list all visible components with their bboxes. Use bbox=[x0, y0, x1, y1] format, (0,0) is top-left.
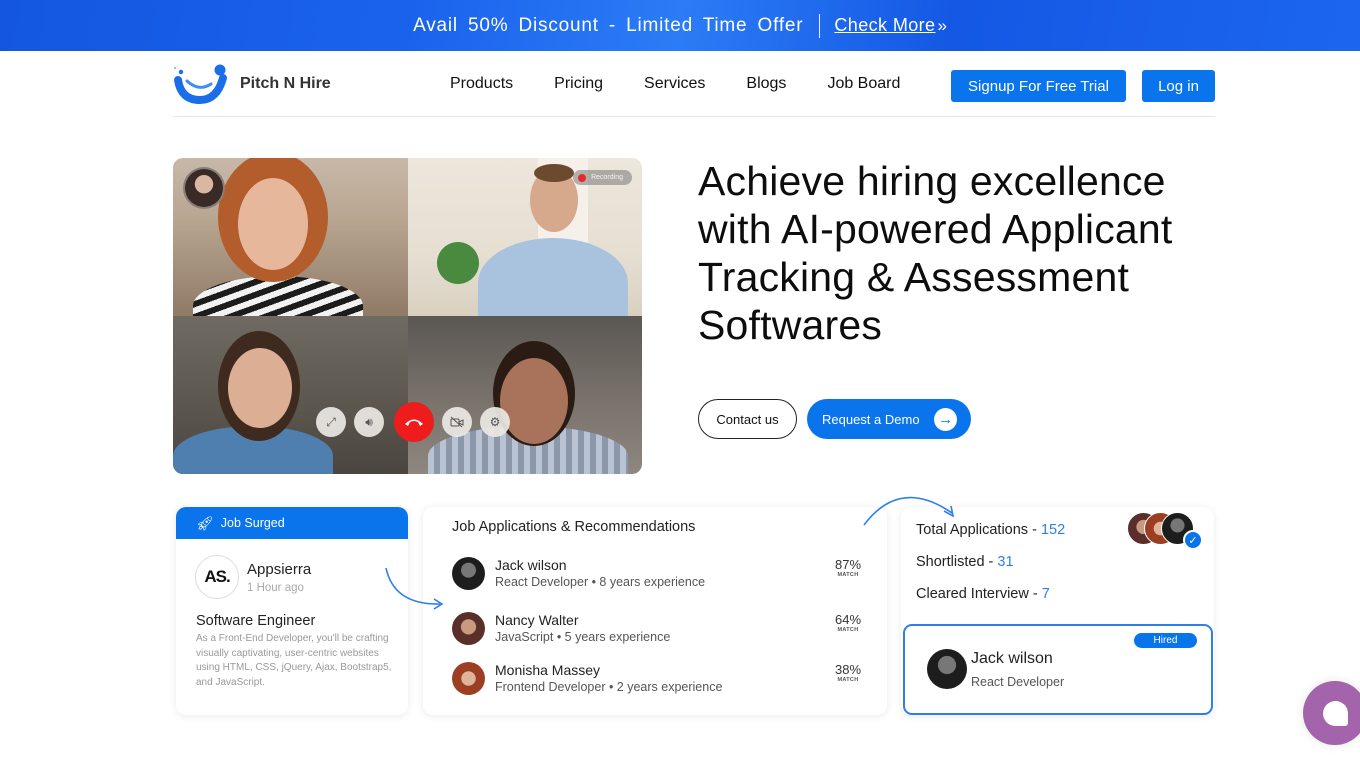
recording-dot-icon bbox=[578, 173, 587, 182]
job-surged-header: 🚀︎ Job Surged bbox=[176, 507, 408, 539]
volume-icon[interactable]: 🔊︎ bbox=[354, 407, 384, 437]
total-applications-label: Total Applications - bbox=[916, 522, 1041, 538]
signup-free-trial-button[interactable]: Signup For Free Trial bbox=[951, 70, 1126, 102]
applications-title: Job Applications & Recommendations bbox=[452, 519, 696, 535]
job-surged-card: 🚀︎ Job Surged AS. Appsierra 1 Hour ago S… bbox=[176, 507, 408, 715]
chat-icon bbox=[1323, 701, 1348, 726]
request-demo-label: Request a Demo bbox=[822, 411, 920, 427]
recording-label: Recording bbox=[591, 174, 623, 181]
match-score: 38% MATCH bbox=[832, 662, 864, 683]
pitch-n-hire-logo-icon bbox=[174, 64, 227, 104]
settings-icon[interactable]: ⚙ bbox=[480, 407, 510, 437]
rocket-icon: 🚀︎ bbox=[196, 514, 214, 531]
check-icon: ✓ bbox=[1183, 530, 1203, 550]
video-tile-man-smiling bbox=[408, 316, 642, 474]
hired-badge: Hired bbox=[1134, 633, 1197, 648]
match-label: MATCH bbox=[837, 572, 859, 578]
applicant-row[interactable]: Nancy Walter JavaScript • 5 years experi… bbox=[452, 608, 864, 648]
applicant-name: Nancy Walter bbox=[495, 612, 579, 628]
brand-logo[interactable]: Pitch N Hire bbox=[173, 64, 331, 104]
contact-us-button[interactable]: Contact us bbox=[698, 399, 797, 439]
video-tile-woman-redhead bbox=[173, 158, 408, 316]
applications-card: Job Applications & Recommendations Jack … bbox=[423, 507, 887, 715]
nav-blogs[interactable]: Blogs bbox=[746, 75, 786, 93]
stats-card: Total Applications - 152 Shortlisted - 3… bbox=[901, 507, 1214, 715]
applicant-row[interactable]: Monisha Massey Frontend Developer • 2 ye… bbox=[452, 658, 864, 698]
posted-time: 1 Hour ago bbox=[247, 581, 304, 594]
shortlisted-label: Shortlisted - bbox=[916, 554, 998, 570]
total-applications-value: 152 bbox=[1040, 522, 1066, 538]
match-value: 38% bbox=[834, 662, 862, 677]
applicant-row[interactable]: Jack wilson React Developer • 8 years ex… bbox=[452, 553, 864, 593]
video-call-image: Recording ⤢ 🔊︎ ⚙ bbox=[173, 158, 642, 474]
promo-text: Avail 50% Discount - Limited Time Offer bbox=[413, 14, 804, 36]
cleared-interview-value: 7 bbox=[1041, 586, 1050, 602]
chat-widget-button[interactable] bbox=[1303, 681, 1360, 745]
total-applications-stat: Total Applications - 152 bbox=[916, 522, 1065, 538]
video-tile-woman-phone bbox=[173, 316, 408, 474]
camera-off-icon[interactable] bbox=[442, 407, 472, 437]
recording-indicator: Recording bbox=[573, 170, 632, 185]
applicant-meta: JavaScript • 5 years experience bbox=[495, 630, 671, 644]
double-chevron-right-icon: » bbox=[937, 15, 947, 35]
video-tile-man-bearded: Recording bbox=[408, 158, 642, 316]
check-more-link[interactable]: Check More bbox=[834, 15, 935, 36]
applicant-avatar bbox=[452, 556, 485, 590]
nav-menu: Products Pricing Services Blogs Job Boar… bbox=[450, 51, 941, 117]
applicant-meta: React Developer • 8 years experience bbox=[495, 575, 706, 589]
company-logo: AS. bbox=[195, 555, 239, 599]
hired-name: Jack wilson bbox=[971, 650, 1053, 667]
job-description: As a Front-End Developer, you'll be craf… bbox=[196, 633, 392, 688]
match-label: MATCH bbox=[837, 677, 859, 683]
fullscreen-icon[interactable]: ⤢ bbox=[316, 407, 346, 437]
match-value: 87% bbox=[834, 557, 862, 572]
match-score: 87% MATCH bbox=[832, 557, 864, 578]
shortlisted-stat: Shortlisted - 31 bbox=[916, 554, 1014, 570]
applicant-avatar bbox=[452, 661, 485, 695]
company-name: Appsierra bbox=[247, 560, 312, 578]
request-demo-button[interactable]: Request a Demo → bbox=[807, 399, 971, 439]
match-score: 64% MATCH bbox=[832, 612, 864, 633]
main-nav: Pitch N Hire Products Pricing Services B… bbox=[173, 51, 1215, 117]
applicant-name: Monisha Massey bbox=[495, 662, 601, 678]
match-label: MATCH bbox=[837, 627, 859, 633]
applicant-meta: Frontend Developer • 2 years experience bbox=[495, 680, 723, 694]
job-title: Software Engineer bbox=[196, 613, 316, 629]
hired-candidate-card[interactable]: Hired Jack wilson React Developer bbox=[903, 624, 1213, 715]
promo-banner: Avail 50% Discount - Limited Time Offer … bbox=[0, 0, 1360, 51]
job-surged-label: Job Surged bbox=[220, 516, 285, 530]
cleared-interview-stat: Cleared Interview - 7 bbox=[916, 586, 1050, 602]
hero-headline: Achieve hiring excellence with AI-powere… bbox=[698, 158, 1173, 348]
promo-divider bbox=[819, 13, 821, 38]
login-button[interactable]: Log in bbox=[1142, 70, 1215, 102]
company-row: AS. Appsierra 1 Hour ago bbox=[176, 539, 408, 599]
nav-job-board[interactable]: Job Board bbox=[827, 75, 900, 93]
hired-role: React Developer bbox=[971, 675, 1065, 689]
applicant-name: Jack wilson bbox=[495, 557, 567, 573]
self-view-avatar bbox=[183, 167, 225, 209]
applicant-avatar bbox=[452, 611, 485, 645]
brand-name: Pitch N Hire bbox=[240, 74, 331, 92]
shortlisted-value: 31 bbox=[997, 554, 1014, 570]
call-controls: ⤢ 🔊︎ ⚙ bbox=[316, 402, 518, 442]
end-call-icon[interactable] bbox=[394, 402, 434, 442]
arrow-right-icon: → bbox=[934, 408, 957, 431]
nav-products[interactable]: Products bbox=[450, 75, 513, 93]
candidate-avatar-stack: ✓ bbox=[1127, 512, 1203, 550]
match-value: 64% bbox=[834, 612, 862, 627]
cleared-interview-label: Cleared Interview - bbox=[916, 586, 1042, 602]
hired-avatar bbox=[927, 649, 967, 689]
nav-pricing[interactable]: Pricing bbox=[554, 75, 603, 93]
nav-services[interactable]: Services bbox=[644, 75, 705, 93]
